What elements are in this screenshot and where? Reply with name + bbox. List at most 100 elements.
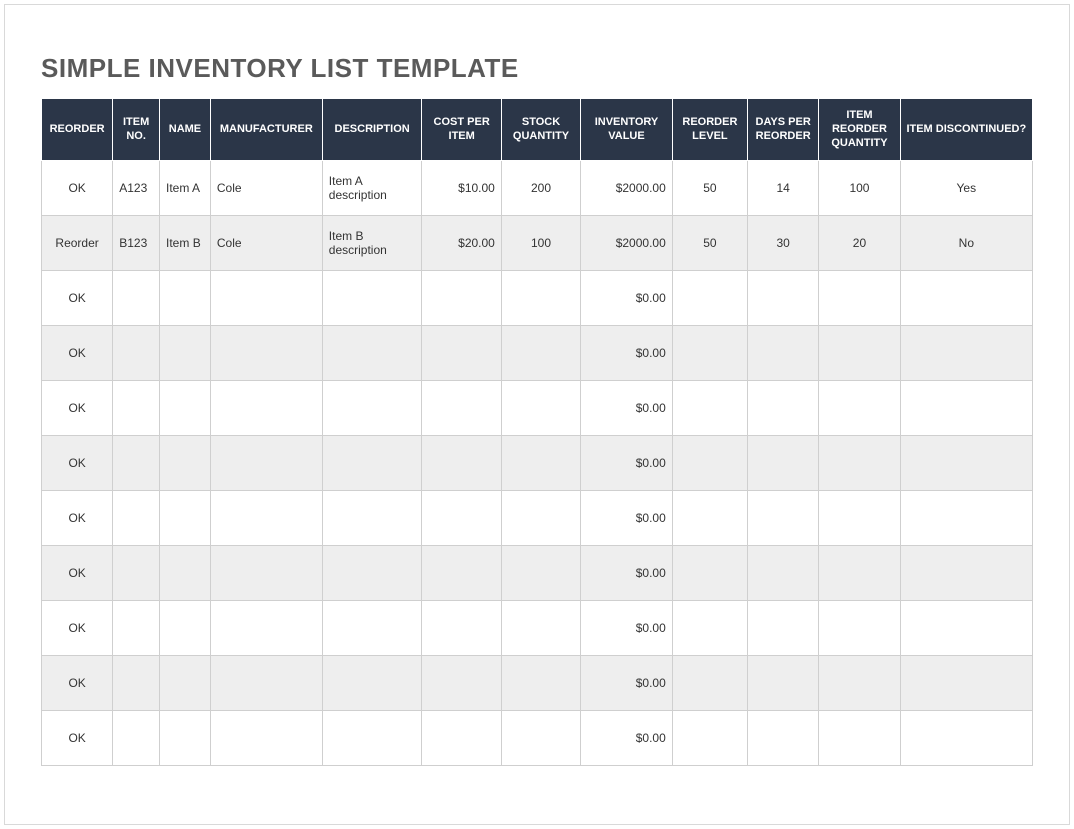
cell-item_no — [113, 271, 160, 326]
cell-manufacturer — [210, 711, 322, 766]
cell-reorder_level — [672, 711, 747, 766]
cell-days_per_reorder — [748, 601, 819, 656]
cell-reorder_level: 50 — [672, 216, 747, 271]
col-item-reorder-quantity: ITEM REORDER QUANTITY — [819, 99, 900, 161]
cell-manufacturer — [210, 601, 322, 656]
cell-item_discontinued — [900, 656, 1032, 711]
cell-days_per_reorder — [748, 436, 819, 491]
table-row: OK $0.00 — [42, 271, 1033, 326]
cell-inventory_value: $0.00 — [581, 436, 673, 491]
cell-item_no — [113, 326, 160, 381]
col-reorder-level: REORDER LEVEL — [672, 99, 747, 161]
col-item-discontinued: ITEM DISCONTINUED? — [900, 99, 1032, 161]
cell-reorder_level — [672, 491, 747, 546]
cell-item_no — [113, 601, 160, 656]
cell-reorder: OK — [42, 326, 113, 381]
cell-cost_per_item: $20.00 — [422, 216, 501, 271]
cell-days_per_reorder — [748, 546, 819, 601]
cell-inventory_value: $0.00 — [581, 711, 673, 766]
cell-item_discontinued — [900, 381, 1032, 436]
table-row: OK $0.00 — [42, 326, 1033, 381]
cell-item_discontinued — [900, 601, 1032, 656]
cell-reorder: OK — [42, 491, 113, 546]
table-row: OK$0.00 — [42, 656, 1033, 711]
cell-manufacturer — [210, 436, 322, 491]
cell-name — [160, 601, 211, 656]
cell-item_no — [113, 491, 160, 546]
col-cost-per-item: COST PER ITEM — [422, 99, 501, 161]
cell-name: Item B — [160, 216, 211, 271]
cell-cost_per_item: $10.00 — [422, 161, 501, 216]
cell-inventory_value: $0.00 — [581, 271, 673, 326]
table-body: OKA123Item AColeItem A description$10.00… — [42, 161, 1033, 766]
table-row: OK$0.00 — [42, 491, 1033, 546]
cell-item_reorder_quantity — [819, 711, 900, 766]
cell-item_reorder_quantity — [819, 546, 900, 601]
cell-cost_per_item — [422, 491, 501, 546]
cell-name — [160, 711, 211, 766]
cell-item_discontinued — [900, 326, 1032, 381]
cell-reorder: OK — [42, 271, 113, 326]
cell-item_reorder_quantity — [819, 656, 900, 711]
cell-cost_per_item — [422, 436, 501, 491]
inventory-table: REORDER ITEM NO. NAME MANUFACTURER DESCR… — [41, 98, 1033, 766]
cell-description — [322, 271, 422, 326]
cell-stock_quantity — [501, 546, 580, 601]
cell-description — [322, 491, 422, 546]
col-days-per-reorder: DAYS PER REORDER — [748, 99, 819, 161]
cell-days_per_reorder: 30 — [748, 216, 819, 271]
cell-item_no — [113, 436, 160, 491]
cell-item_no: B123 — [113, 216, 160, 271]
cell-item_reorder_quantity — [819, 491, 900, 546]
cell-item_no — [113, 381, 160, 436]
cell-reorder_level — [672, 546, 747, 601]
cell-reorder: OK — [42, 161, 113, 216]
col-reorder: REORDER — [42, 99, 113, 161]
cell-days_per_reorder — [748, 381, 819, 436]
cell-cost_per_item — [422, 601, 501, 656]
cell-days_per_reorder — [748, 271, 819, 326]
cell-manufacturer — [210, 271, 322, 326]
cell-reorder_level — [672, 601, 747, 656]
cell-inventory_value: $2000.00 — [581, 216, 673, 271]
cell-item_discontinued — [900, 271, 1032, 326]
page-title: SIMPLE INVENTORY LIST TEMPLATE — [41, 53, 1033, 84]
cell-name — [160, 271, 211, 326]
table-row: OKA123Item AColeItem A description$10.00… — [42, 161, 1033, 216]
cell-description — [322, 326, 422, 381]
cell-description — [322, 656, 422, 711]
cell-item_reorder_quantity — [819, 381, 900, 436]
cell-reorder_level — [672, 271, 747, 326]
cell-item_discontinued — [900, 546, 1032, 601]
cell-inventory_value: $2000.00 — [581, 161, 673, 216]
cell-reorder_level — [672, 381, 747, 436]
cell-name — [160, 326, 211, 381]
cell-name — [160, 546, 211, 601]
table-row: OK$0.00 — [42, 436, 1033, 491]
cell-reorder_level: 50 — [672, 161, 747, 216]
cell-item_no — [113, 656, 160, 711]
cell-item_no: A123 — [113, 161, 160, 216]
cell-description — [322, 381, 422, 436]
cell-manufacturer: Cole — [210, 216, 322, 271]
cell-description: Item A description — [322, 161, 422, 216]
cell-stock_quantity — [501, 326, 580, 381]
cell-item_no — [113, 711, 160, 766]
cell-cost_per_item — [422, 326, 501, 381]
cell-stock_quantity — [501, 436, 580, 491]
cell-name — [160, 381, 211, 436]
cell-inventory_value: $0.00 — [581, 546, 673, 601]
cell-inventory_value: $0.00 — [581, 601, 673, 656]
cell-manufacturer — [210, 656, 322, 711]
cell-inventory_value: $0.00 — [581, 381, 673, 436]
cell-name: Item A — [160, 161, 211, 216]
cell-cost_per_item — [422, 271, 501, 326]
cell-name — [160, 491, 211, 546]
document-frame: SIMPLE INVENTORY LIST TEMPLATE REORDER I… — [4, 4, 1070, 825]
cell-item_reorder_quantity — [819, 601, 900, 656]
cell-manufacturer — [210, 381, 322, 436]
cell-description — [322, 546, 422, 601]
cell-description — [322, 711, 422, 766]
cell-inventory_value: $0.00 — [581, 326, 673, 381]
col-description: DESCRIPTION — [322, 99, 422, 161]
